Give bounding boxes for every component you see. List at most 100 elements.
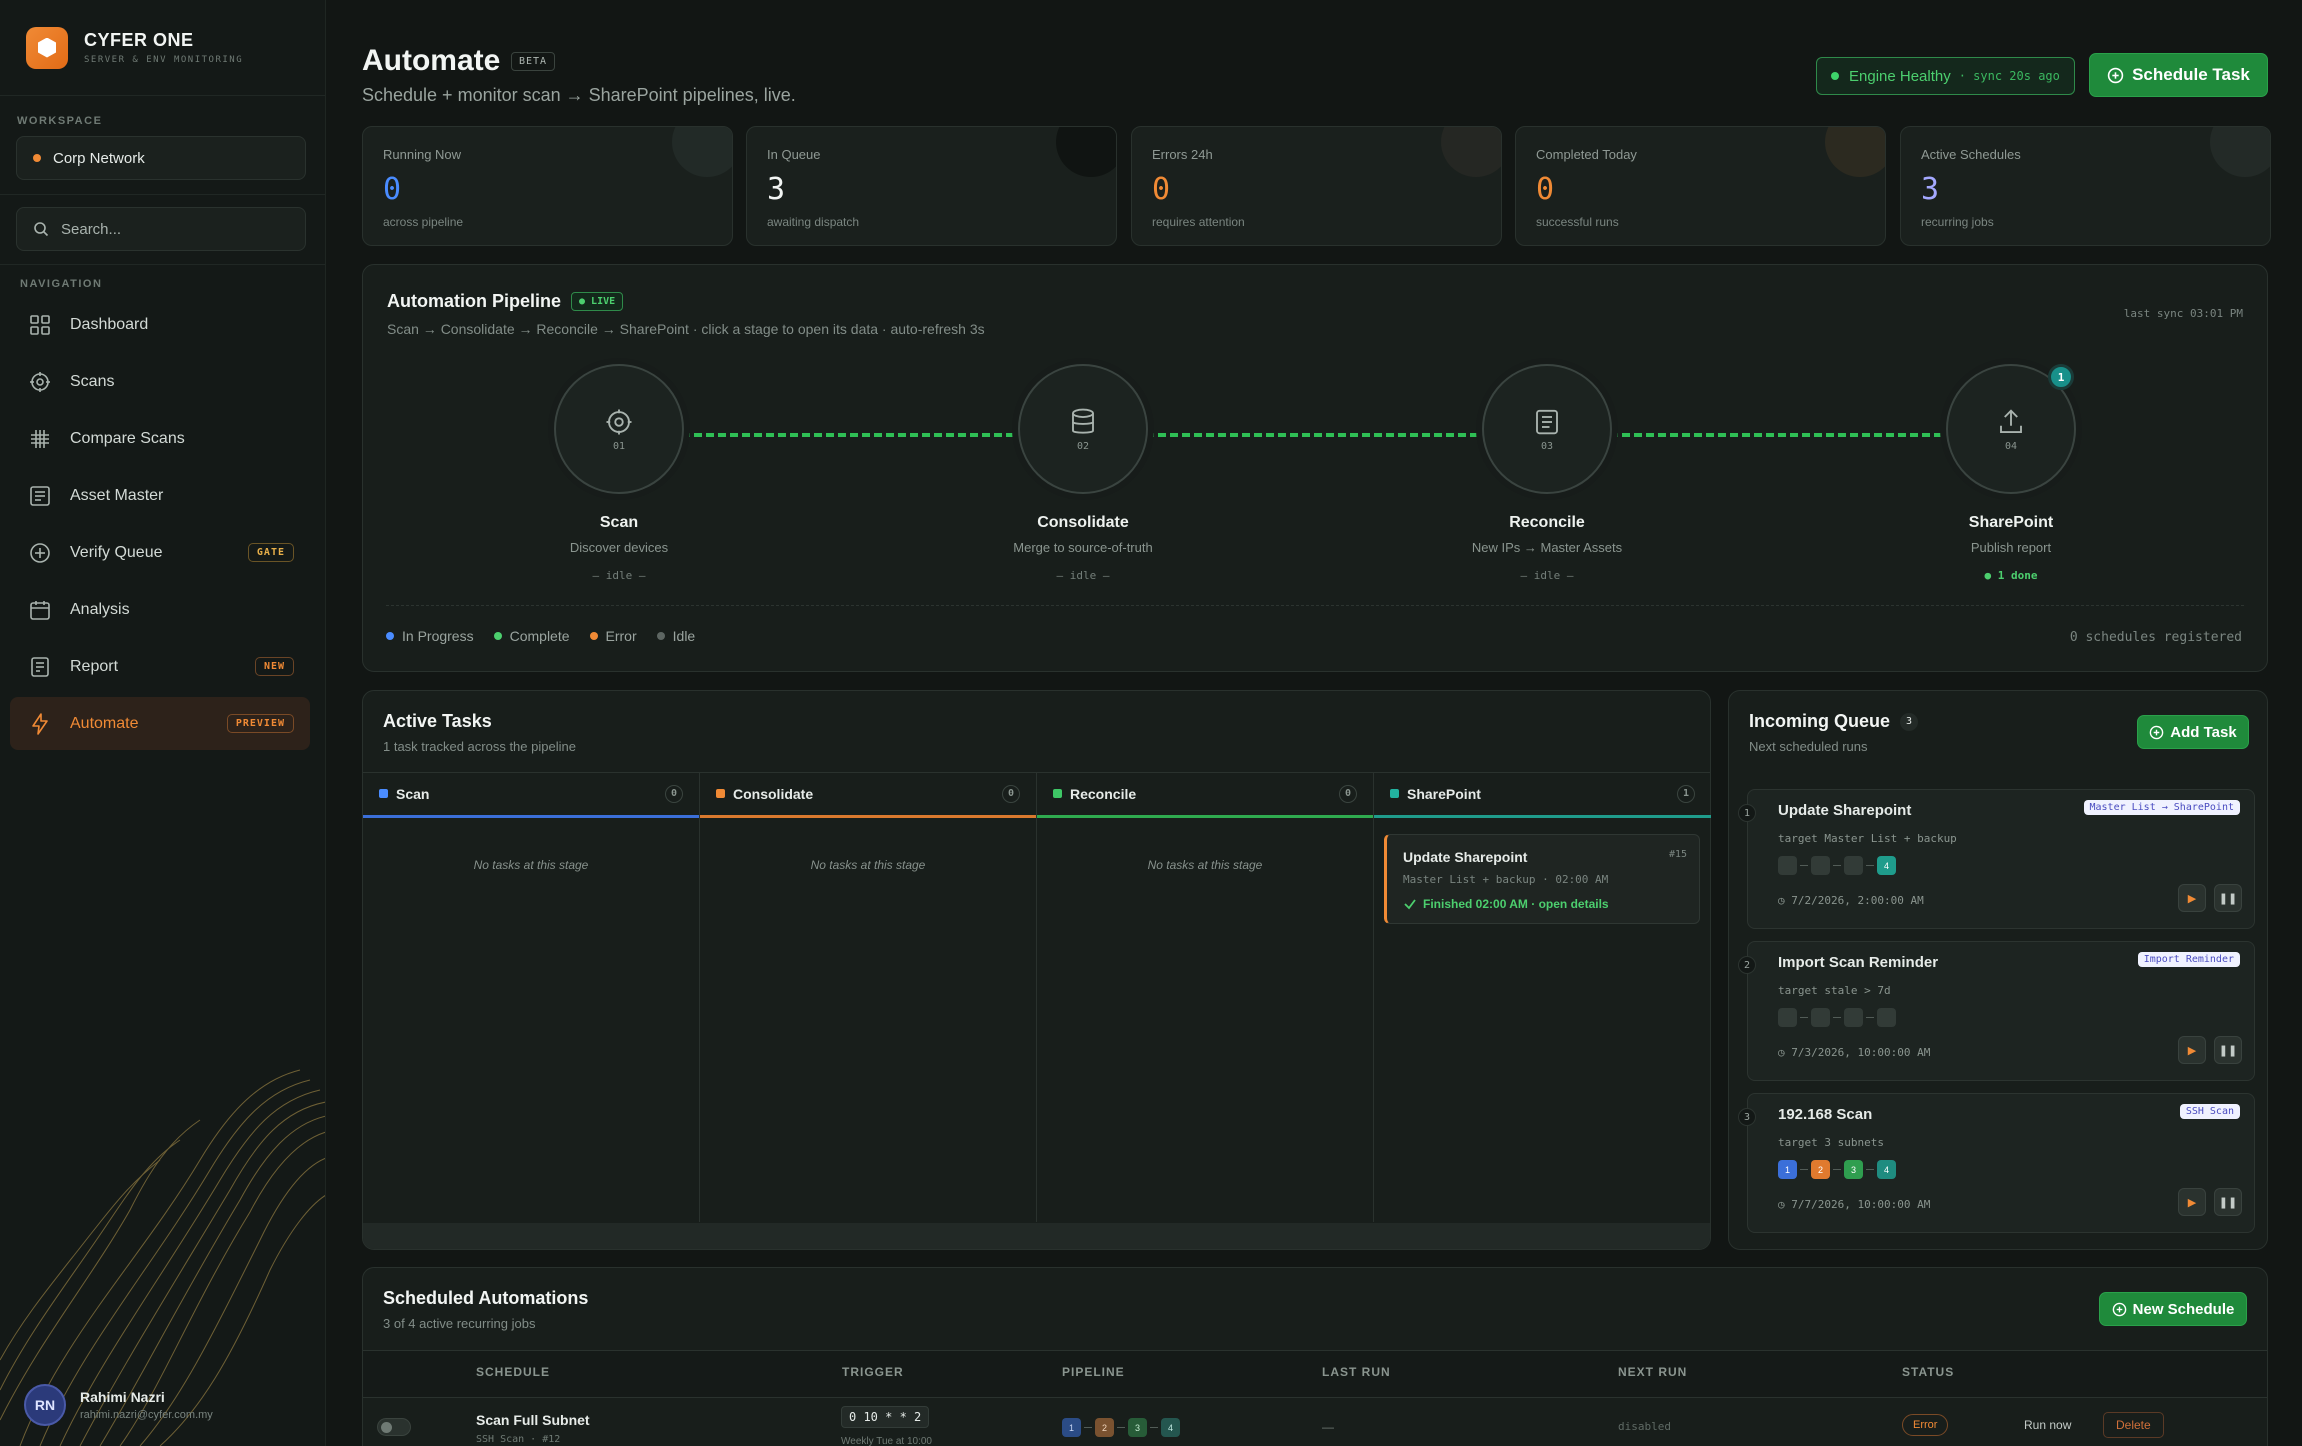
sidebar-item-scans[interactable]: Scans bbox=[10, 355, 310, 408]
column-count: 1 bbox=[1677, 784, 1695, 803]
grid-icon bbox=[30, 314, 50, 335]
run-now-button[interactable]: Run now bbox=[2024, 1418, 2071, 1432]
sidebar-item-label: Asset Master bbox=[70, 486, 164, 504]
navigation-label: NAVIGATION bbox=[20, 278, 103, 290]
calendar-icon bbox=[30, 600, 50, 620]
stat-label: Running Now bbox=[383, 147, 462, 162]
sidebar-item-compare-scans[interactable]: Compare Scans bbox=[10, 412, 310, 465]
pause-button[interactable]: ❚❚ bbox=[2214, 884, 2242, 912]
queue-item[interactable]: 3 192.168 Scan SSH Scan target 3 subnets… bbox=[1738, 1093, 2255, 1233]
queue-item-steps: 4 bbox=[1778, 856, 1896, 875]
search-input[interactable]: Search... bbox=[16, 207, 306, 251]
beta-badge: BETA bbox=[511, 52, 556, 71]
upload-icon bbox=[2000, 408, 2022, 433]
database-icon bbox=[1072, 408, 1094, 434]
queue-item-title: Import Scan Reminder bbox=[1778, 954, 1939, 971]
schedule-meta: SSH Scan · #12 bbox=[476, 1434, 561, 1445]
clock-icon: ◷ bbox=[1778, 1198, 1792, 1211]
task-card[interactable]: Update Sharepoint #15 Master List + back… bbox=[1384, 834, 1700, 924]
status-badge: Error bbox=[1902, 1414, 1949, 1436]
stat-value: 0 bbox=[1152, 172, 1171, 207]
schedule-task-label: Schedule Task bbox=[2132, 65, 2250, 84]
run-button[interactable]: ▶ bbox=[2178, 1036, 2206, 1064]
preview-badge: PREVIEW bbox=[226, 714, 294, 733]
stat-card-schedules: Active Schedules 3 recurring jobs bbox=[1900, 126, 2271, 246]
sidebar-item-label: Report bbox=[70, 657, 119, 675]
stage-scan[interactable]: 01 Scan Discover devices — idle — bbox=[489, 364, 749, 582]
column-count: 0 bbox=[665, 784, 683, 803]
last-sync: last sync 03:01 PM bbox=[2123, 307, 2243, 320]
sidebar-item-dashboard[interactable]: Dashboard bbox=[10, 298, 310, 351]
add-task-button[interactable]: Add Task bbox=[2137, 715, 2249, 749]
brand-name: CYFER ONE bbox=[84, 30, 194, 50]
empty-message: No tasks at this stage bbox=[810, 858, 926, 872]
sidebar-item-analysis[interactable]: Analysis bbox=[10, 583, 310, 636]
stage-circle: 04 1 bbox=[1946, 364, 2076, 494]
sidebar-item-verify-queue[interactable]: Verify Queue GATE bbox=[10, 526, 310, 579]
pause-button[interactable]: ❚❚ bbox=[2214, 1036, 2242, 1064]
queue-item-tag: Master List → SharePoint bbox=[2083, 800, 2240, 815]
queue-item-number: 1 bbox=[1738, 804, 1756, 822]
empty-message: No tasks at this stage bbox=[473, 858, 589, 872]
task-card-status-link[interactable]: Finished 02:00 AM · open details bbox=[1403, 897, 1609, 911]
next-run: disabled bbox=[1618, 1420, 1671, 1433]
stat-card-completed: Completed Today 0 successful runs bbox=[1515, 126, 1886, 246]
brand[interactable]: CYFER ONE SERVER & ENV MONITORING bbox=[0, 0, 325, 96]
sidebar-item-automate[interactable]: Automate PREVIEW bbox=[10, 697, 310, 750]
schedule-task-button[interactable]: Schedule Task bbox=[2089, 53, 2268, 97]
pause-button[interactable]: ❚❚ bbox=[2214, 1188, 2242, 1216]
task-column-reconcile: Reconcile 0 No tasks at this stage bbox=[1037, 772, 1374, 1222]
task-column-sharepoint: SharePoint 1 Update Sharepoint #15 Master… bbox=[1374, 772, 1711, 1222]
column-title: SharePoint bbox=[1407, 785, 1481, 802]
plus-circle-icon bbox=[2107, 67, 2124, 83]
table-row: Scan Full Subnet SSH Scan · #12 0 10 * *… bbox=[363, 1396, 2267, 1446]
queue-item-target: target Master List + backup bbox=[1778, 832, 1957, 845]
workspace-label: WORKSPACE bbox=[17, 115, 103, 127]
new-schedule-button[interactable]: New Schedule bbox=[2099, 1292, 2247, 1326]
stage-count-badge: 1 bbox=[2048, 364, 2074, 390]
page-subtitle: Schedule + monitor scan → SharePoint pip… bbox=[362, 85, 796, 105]
engine-health-status: Engine Healthy · sync 20s ago bbox=[1816, 57, 2075, 95]
stage-sharepoint[interactable]: 04 1 SharePoint Publish report ● 1 done bbox=[1881, 364, 2141, 582]
brand-logo-icon bbox=[26, 26, 68, 69]
user-profile[interactable]: RN Rahimi Nazri rahimi.nazri@cyfer.com.m… bbox=[24, 1384, 213, 1426]
stage-state: ● 1 done bbox=[1984, 569, 2038, 582]
empty-message: No tasks at this stage bbox=[1147, 858, 1263, 872]
task-card-title: Update Sharepoint bbox=[1403, 849, 1528, 865]
stat-card-queue: In Queue 3 awaiting dispatch bbox=[746, 126, 1117, 246]
stage-state: — idle — bbox=[1056, 569, 1110, 582]
queue-item[interactable]: 2 Import Scan Reminder Import Reminder t… bbox=[1738, 941, 2255, 1081]
stat-sub: awaiting dispatch bbox=[767, 215, 860, 229]
sidebar-item-asset-master[interactable]: Asset Master bbox=[10, 469, 310, 522]
stage-name: Scan bbox=[599, 514, 639, 531]
stage-name: Consolidate bbox=[1037, 514, 1129, 531]
queue-item-steps: 1234 bbox=[1778, 1160, 1896, 1179]
stat-value: 3 bbox=[767, 172, 786, 207]
legend-in-progress: In Progress bbox=[402, 628, 474, 644]
workspace-selector[interactable]: Corp Network bbox=[16, 136, 306, 180]
queue-count: 3 bbox=[1900, 712, 1919, 731]
run-button[interactable]: ▶ bbox=[2178, 1188, 2206, 1216]
task-card-id: #15 bbox=[1668, 849, 1687, 860]
health-dot bbox=[1831, 72, 1839, 80]
stat-card-errors: Errors 24h 0 requires attention bbox=[1131, 126, 1502, 246]
stat-sub: successful runs bbox=[1536, 215, 1619, 229]
stage-description: Discover devices bbox=[569, 540, 669, 555]
hash-icon bbox=[31, 429, 49, 448]
schedule-name: Scan Full Subnet bbox=[476, 1412, 590, 1428]
stage-reconcile[interactable]: 03 Reconcile New IPs → Master Assets — i… bbox=[1417, 364, 1677, 582]
column-count: 0 bbox=[1339, 784, 1357, 803]
column-header-schedule: SCHEDULE bbox=[476, 1365, 551, 1379]
queue-item[interactable]: 1 Update Sharepoint Master List → ShareP… bbox=[1738, 789, 2255, 929]
delete-button[interactable]: Delete bbox=[2103, 1412, 2164, 1438]
stat-sub: recurring jobs bbox=[1921, 215, 1994, 229]
run-button[interactable]: ▶ bbox=[2178, 884, 2206, 912]
scheduled-title: Scheduled Automations bbox=[383, 1288, 589, 1308]
stage-state: — idle — bbox=[1520, 569, 1574, 582]
stage-consolidate[interactable]: 02 Consolidate Merge to source-of-truth … bbox=[953, 364, 1213, 582]
column-title: Consolidate bbox=[733, 785, 814, 802]
sidebar: CYFER ONE SERVER & ENV MONITORING WORKSP… bbox=[0, 0, 326, 1446]
sidebar-item-report[interactable]: Report NEW bbox=[10, 640, 310, 693]
plus-circle-icon bbox=[30, 542, 50, 563]
schedule-toggle[interactable] bbox=[377, 1418, 411, 1436]
